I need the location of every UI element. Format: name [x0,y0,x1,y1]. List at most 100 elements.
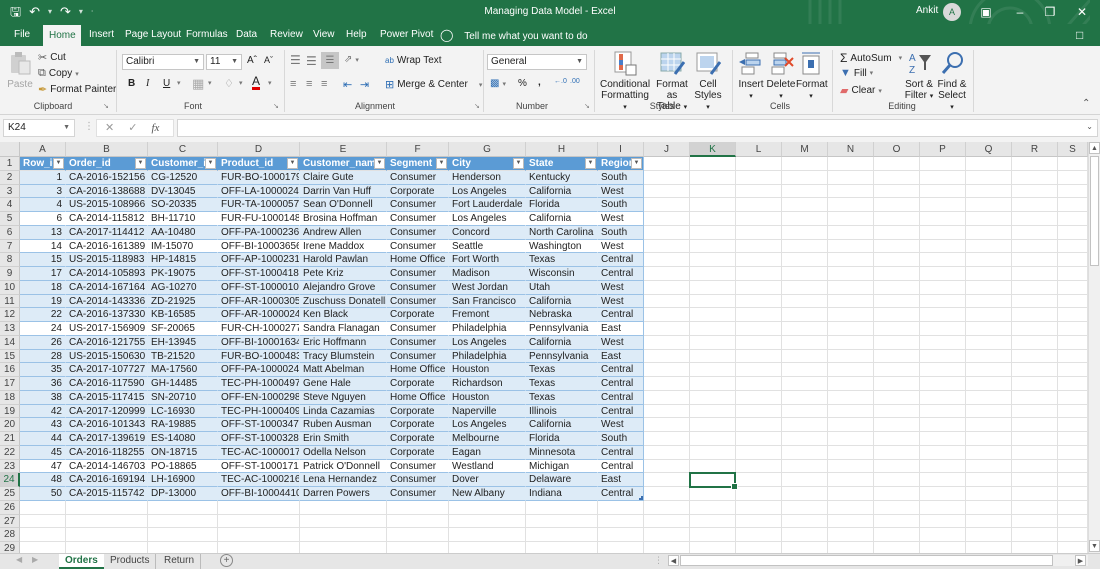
font-launcher-icon[interactable]: ↘ [273,102,279,110]
accounting-format-icon[interactable]: ▩ ▾ [490,78,506,89]
row-header-8[interactable]: 8 [0,253,20,267]
font-color-button[interactable]: A [252,75,261,90]
formula-input[interactable]: ⌄ [177,119,1098,137]
empty-cell[interactable] [736,432,782,446]
table-cell[interactable]: ON-18715 [148,445,218,460]
column-header-h[interactable]: H [526,142,598,157]
table-cell[interactable]: OFF-AR-10003056 [218,294,300,309]
table-cell[interactable]: Consumer [387,322,449,336]
empty-cell[interactable] [920,239,966,254]
table-cell[interactable]: CA-2014-105893 [66,267,148,281]
empty-cell[interactable] [387,500,449,515]
empty-cell[interactable] [218,514,300,529]
table-cell[interactable]: West [598,335,644,350]
empty-cell[interactable] [736,349,782,364]
empty-cell[interactable] [690,418,736,432]
table-cell[interactable]: MA-17560 [148,363,218,377]
row-header-26[interactable]: 26 [0,500,20,515]
table-cell[interactable]: OFF-PA-10002365 [218,225,300,240]
table-cell[interactable]: Texas [526,377,598,391]
table-cell[interactable]: Central [598,253,644,267]
table-cell[interactable]: West [598,239,644,254]
table-cell[interactable]: Consumer [387,349,449,364]
table-cell[interactable]: East [598,322,644,336]
empty-cell[interactable] [1012,212,1058,226]
column-header-m[interactable]: M [782,142,828,157]
table-header-product-id[interactable]: Product_id ▼ [218,157,300,171]
table-cell[interactable]: South [598,198,644,212]
empty-cell[interactable] [782,170,828,185]
table-cell[interactable]: Los Angeles [449,212,526,226]
table-cell[interactable]: AG-10270 [148,280,218,295]
percent-button[interactable]: % [518,78,527,89]
table-cell[interactable]: PO-18865 [148,459,218,474]
empty-cell[interactable] [736,445,782,460]
empty-cell[interactable] [966,418,1012,432]
table-cell[interactable]: Patrick O'Donnell [300,459,387,474]
table-cell[interactable]: CA-2016-121755 [66,335,148,350]
empty-cell[interactable] [736,280,782,295]
empty-cell[interactable] [690,363,736,377]
empty-cell[interactable] [1058,335,1088,350]
empty-cell[interactable] [644,528,690,542]
undo-icon[interactable]: ↶ [29,4,40,20]
copy-dropdown-icon[interactable]: ▾ [75,70,79,78]
empty-cell[interactable] [66,514,148,529]
horizontal-scroll-thumb[interactable] [680,555,1053,566]
font-name-dropdown[interactable]: Calibri ▼ [122,54,204,70]
table-cell[interactable]: 44 [20,432,66,446]
table-cell[interactable]: Claire Gute [300,170,387,185]
table-header-state[interactable]: State ▼ [526,157,598,171]
empty-cell[interactable] [736,404,782,419]
empty-cell[interactable] [644,404,690,419]
empty-cell[interactable] [387,542,449,553]
fill-color-dropdown-icon[interactable]: ▾ [239,79,243,87]
row-header-18[interactable]: 18 [0,390,20,405]
empty-cell[interactable] [782,294,828,309]
orientation-icon[interactable]: ⇗ ▾ [344,54,359,65]
empty-cell[interactable] [828,445,874,460]
empty-cell[interactable] [874,404,920,419]
empty-cell[interactable] [449,528,526,542]
empty-cell[interactable] [966,225,1012,240]
empty-cell[interactable] [782,280,828,295]
empty-cell[interactable] [690,349,736,364]
empty-cell[interactable] [920,294,966,309]
table-cell[interactable]: CA-2017-107727 [66,363,148,377]
empty-cell[interactable] [736,239,782,254]
row-header-23[interactable]: 23 [0,459,20,474]
table-cell[interactable]: Consumer [387,225,449,240]
empty-cell[interactable] [966,363,1012,377]
empty-cell[interactable] [920,198,966,212]
empty-cell[interactable] [690,184,736,199]
empty-cell[interactable] [148,514,218,529]
table-cell[interactable]: 26 [20,335,66,350]
table-cell[interactable]: Consumer [387,198,449,212]
table-cell[interactable]: Steve Nguyen [300,390,387,405]
table-cell[interactable]: Central [598,308,644,322]
empty-cell[interactable] [1012,239,1058,254]
table-cell[interactable]: 6 [20,212,66,226]
empty-cell[interactable] [1012,418,1058,432]
table-cell[interactable]: OFF-ST-10003282 [218,432,300,446]
empty-cell[interactable] [736,459,782,474]
empty-cell[interactable] [920,184,966,199]
empty-cell[interactable] [644,542,690,553]
table-cell[interactable]: CA-2014-146703 [66,459,148,474]
empty-cell[interactable] [644,487,690,501]
table-cell[interactable]: 22 [20,308,66,322]
align-left-icon[interactable]: ≡ [290,78,296,90]
empty-cell[interactable] [828,280,874,295]
prev-sheet-icon[interactable]: ◀ [16,555,22,564]
scroll-down-icon[interactable]: ▼ [1089,540,1100,552]
find-select-button[interactable]: Find & Select ▾ [935,50,969,113]
empty-cell[interactable] [874,377,920,391]
table-cell[interactable]: Nebraska [526,308,598,322]
empty-cell[interactable] [782,239,828,254]
row-header-22[interactable]: 22 [0,445,20,460]
empty-cell[interactable] [1058,432,1088,446]
empty-cell[interactable] [1058,487,1088,501]
table-cell[interactable]: Texas [526,363,598,377]
autosum-button[interactable]: Σ AutoSum ▾ [840,51,902,65]
tab-view[interactable]: View [307,24,341,46]
